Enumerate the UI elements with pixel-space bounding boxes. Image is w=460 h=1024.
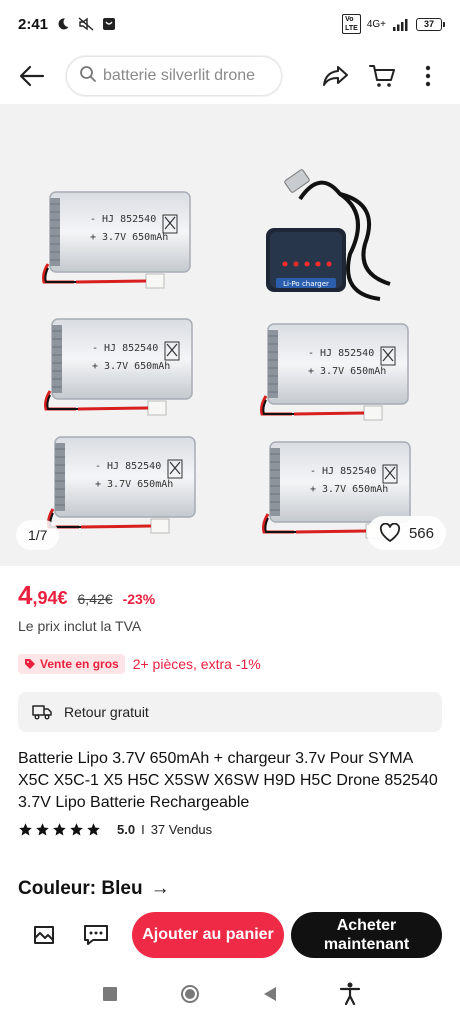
battery-label-4a: - HJ 852540 [95, 461, 161, 472]
accessibility-icon [339, 982, 361, 1006]
battery-label-2b: + 3.7V 650mAh [92, 361, 170, 372]
battery-pack-3: - HJ 852540 + 3.7V 650mAh [260, 322, 410, 422]
original-price: 6,42€ [77, 591, 113, 607]
arrow-right-icon: → [150, 878, 170, 899]
rating-value: 5.0 [117, 822, 136, 837]
more-options-button[interactable] [406, 54, 450, 98]
battery-level: 37 [423, 19, 434, 29]
app-notification-icon [102, 17, 116, 31]
rating-separator: I [141, 822, 145, 837]
discount-badge: -23% [122, 591, 156, 607]
network-type: 4G+ [366, 18, 386, 30]
add-to-cart-button[interactable]: Ajouter au panier [132, 912, 284, 958]
share-button[interactable] [314, 54, 358, 98]
product-image: - HJ 852540 + 3.7V 650mAh Li-Po charger … [42, 169, 412, 540]
home-circle-icon [181, 985, 199, 1003]
battery-label-1a: - HJ 852540 [90, 214, 156, 225]
header-actions [314, 54, 450, 98]
battery-icon: 37 [416, 17, 445, 31]
star-icon [36, 823, 49, 836]
home-button[interactable] [170, 974, 210, 1014]
wholesale-badge: Vente en gros [18, 654, 125, 674]
star-icon [70, 823, 83, 836]
cart-icon [369, 65, 395, 87]
search-input[interactable] [103, 67, 273, 85]
wishlist-button[interactable]: 566 [366, 516, 446, 550]
back-nav-button[interactable] [250, 974, 290, 1014]
battery-label-4b: + 3.7V 650mAh [95, 479, 173, 490]
current-price: 4,94€ [18, 580, 68, 611]
store-button[interactable] [18, 913, 70, 957]
rating-row[interactable]: 5.0 I 37 Vendus [18, 822, 212, 837]
do-not-disturb-icon [56, 17, 70, 31]
star-icon [53, 823, 66, 836]
battery-pack-4: - HJ 852540 + 3.7V 650mAh [47, 435, 197, 535]
wishlist-count: 566 [408, 524, 434, 542]
sold-count: 37 Vendus [150, 822, 213, 837]
status-bar: 2:41 Vo LTE 4G+ 37 [0, 0, 460, 48]
back-arrow-icon [19, 65, 45, 87]
system-nav-bar [0, 964, 460, 1024]
star-icon [19, 823, 32, 836]
store-icon [34, 926, 54, 944]
chat-button[interactable] [70, 913, 122, 957]
truck-icon [32, 705, 52, 720]
battery-label-5b: + 3.7V 650mAh [310, 484, 388, 495]
search-icon [79, 65, 97, 88]
search-header [0, 48, 460, 104]
image-counter: 1/7 [16, 520, 60, 550]
accessibility-button[interactable] [330, 974, 370, 1014]
battery-label-3a: - HJ 852540 [308, 348, 374, 359]
more-vert-icon [425, 65, 431, 87]
battery-pack-2: - HJ 852540 + 3.7V 650mAh [44, 317, 194, 417]
wholesale-text: 2+ pièces, extra -1% [132, 656, 261, 672]
free-return-banner[interactable]: Retour gratuit [18, 692, 442, 732]
wholesale-row[interactable]: Vente en gros 2+ pièces, extra -1% [18, 654, 261, 674]
mute-icon [78, 17, 94, 31]
chat-icon [84, 925, 108, 945]
battery-label-1b: + 3.7V 650mAh [90, 232, 168, 243]
bottom-action-bar: Ajouter au panier Acheter maintenant [0, 906, 460, 964]
status-right: Vo LTE 4G+ 37 [342, 14, 445, 34]
signal-icon [392, 18, 410, 31]
star-rating [18, 822, 101, 837]
status-time: 2:41 [18, 15, 49, 33]
charger: Li-Po charger [266, 169, 391, 301]
vat-note: Le prix inclut la TVA [18, 618, 142, 634]
heart-icon [379, 523, 401, 542]
battery-label-5a: - HJ 852540 [310, 466, 376, 477]
recents-button[interactable] [90, 974, 130, 1014]
product-image-gallery[interactable]: - HJ 852540 + 3.7V 650mAh Li-Po charger … [0, 104, 460, 566]
search-bar[interactable] [66, 56, 282, 96]
current-price-dec: ,94€ [32, 588, 68, 608]
triangle-back-icon [264, 987, 276, 1001]
free-return-label: Retour gratuit [64, 704, 149, 720]
status-left: 2:41 [18, 16, 116, 33]
star-icon [87, 823, 100, 836]
current-price-int: 4 [18, 580, 33, 610]
battery-label-2a: - HJ 852540 [92, 343, 158, 354]
battery-label-3b: + 3.7V 650mAh [308, 366, 386, 377]
buy-now-button[interactable]: Acheter maintenant [291, 912, 442, 958]
square-icon [103, 987, 117, 1001]
share-icon [323, 66, 348, 86]
charger-label: Li-Po charger [283, 280, 329, 288]
battery-pack-1: - HJ 852540 + 3.7V 650mAh [42, 190, 192, 290]
cart-button[interactable] [360, 54, 404, 98]
price-row: 4,94€ 6,42€ -23% [18, 580, 155, 611]
color-selector[interactable]: Couleur: Bleu → [18, 878, 170, 900]
color-label: Couleur: Bleu [18, 878, 143, 899]
tag-icon [25, 659, 35, 669]
wholesale-badge-label: Vente en gros [40, 657, 119, 671]
product-title: Batterie Lipo 3.7V 650mAh + chargeur 3.7… [18, 750, 438, 811]
volte-icon: Vo LTE [342, 14, 361, 34]
back-button[interactable] [10, 54, 54, 98]
